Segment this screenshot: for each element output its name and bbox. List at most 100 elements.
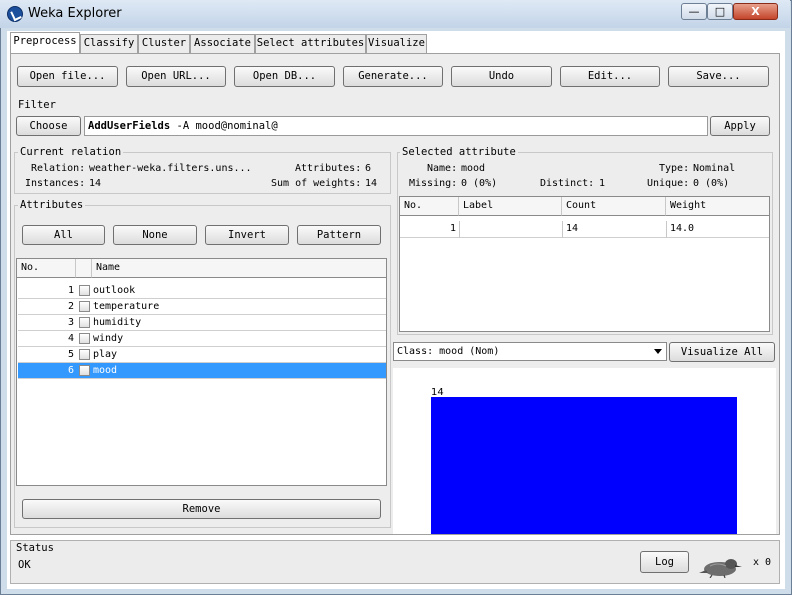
undo-button[interactable]: Undo — [451, 66, 552, 87]
histogram-svg: 14 — [431, 387, 737, 534]
attribute-name: humidity — [93, 317, 142, 328]
stats-col-label-header[interactable]: Label — [459, 197, 562, 216]
open-file-button[interactable]: Open file... — [17, 66, 118, 87]
open-url-button[interactable]: Open URL... — [126, 66, 226, 87]
tab-associate[interactable]: Associate — [190, 34, 255, 53]
edit-button[interactable]: Edit... — [560, 66, 660, 87]
class-dropdown[interactable]: Class: mood (Nom) — [393, 342, 667, 361]
chevron-down-icon — [654, 349, 662, 354]
status-text: OK — [18, 559, 31, 571]
log-button[interactable]: Log — [640, 551, 689, 573]
generate-button[interactable]: Generate... — [343, 66, 443, 87]
attributes-count-label: Attributes: — [295, 163, 362, 174]
histogram-bar-label: 14 — [431, 387, 444, 398]
visualize-all-button[interactable]: Visualize All — [669, 342, 775, 362]
instances-label: Instances: — [25, 178, 86, 189]
filter-field[interactable]: AddUserFields -A mood@nominal@ — [84, 116, 708, 136]
attr-unique-value: 0 (0%) — [693, 178, 730, 189]
select-all-button[interactable]: All — [22, 225, 105, 245]
attribute-row-selected[interactable]: 6 mood — [18, 363, 386, 379]
tab-preprocess[interactable]: Preprocess — [10, 32, 80, 54]
sum-weights-value: 14 — [365, 178, 378, 189]
cell-divider — [459, 221, 460, 238]
attribute-checkbox[interactable] — [79, 365, 90, 376]
apply-filter-button[interactable]: Apply — [710, 116, 770, 136]
histogram-bar — [431, 397, 737, 534]
attr-type-value: Nominal — [693, 163, 736, 174]
maximize-button[interactable]: □ — [707, 3, 733, 20]
stats-row[interactable]: 1 14 14.0 — [400, 221, 769, 238]
attr-missing-label: Missing: — [409, 178, 458, 189]
attr-name-label: Name: — [427, 163, 458, 174]
attribute-no: 5 — [67, 349, 74, 360]
attribute-name: play — [93, 349, 118, 360]
attribute-checkbox[interactable] — [79, 285, 90, 296]
attribute-checkbox[interactable] — [79, 333, 90, 344]
attribute-row[interactable]: 2 temperature — [18, 299, 386, 315]
attribute-no: 1 — [67, 285, 74, 296]
stats-col-no-header[interactable]: No. — [400, 197, 459, 216]
attribute-no: 3 — [67, 317, 74, 328]
stats-count: 14 — [566, 223, 579, 234]
attr-distinct-label: Distinct: — [540, 178, 595, 189]
attr-type-label: Type: — [659, 163, 690, 174]
attribute-checkbox[interactable] — [79, 317, 90, 328]
class-histogram: 14 — [393, 368, 776, 534]
cell-divider — [666, 221, 667, 238]
stats-col-count-header[interactable]: Count — [562, 197, 666, 216]
save-button[interactable]: Save... — [668, 66, 769, 87]
window-title: Weka Explorer — [28, 6, 122, 21]
attribute-name: mood — [93, 365, 118, 376]
current-relation-label: Current relation — [18, 146, 124, 158]
attribute-checkbox[interactable] — [79, 301, 90, 312]
stats-col-weight-header[interactable]: Weight — [666, 197, 769, 216]
remove-attribute-button[interactable]: Remove — [22, 499, 381, 519]
attribute-name: temperature — [93, 301, 160, 312]
attribute-row[interactable]: 1 outlook — [18, 283, 386, 299]
sum-weights-label: Sum of weights: — [271, 178, 362, 189]
col-checkbox-header[interactable] — [76, 259, 92, 278]
invert-selection-button[interactable]: Invert — [205, 225, 289, 245]
filter-section-label: Filter — [18, 99, 56, 111]
minimize-button[interactable]: — — [681, 3, 707, 20]
stats-no: 1 — [449, 223, 456, 234]
tab-select-attributes[interactable]: Select attributes — [255, 34, 366, 53]
attribute-row[interactable]: 5 play — [18, 347, 386, 363]
attribute-name: outlook — [93, 285, 136, 296]
instances-value: 14 — [89, 178, 102, 189]
col-name-header[interactable]: Name — [92, 259, 386, 278]
pattern-button[interactable]: Pattern — [297, 225, 381, 245]
filter-name: AddUserFields — [88, 120, 171, 132]
tab-classify[interactable]: Classify — [80, 34, 138, 53]
filter-args: -A mood@nominal@ — [170, 120, 278, 132]
tab-visualize[interactable]: Visualize — [366, 34, 427, 53]
close-button[interactable]: X — [733, 3, 778, 20]
cell-divider — [562, 221, 563, 238]
attr-missing-value: 0 (0%) — [461, 178, 498, 189]
task-count: x 0 — [753, 557, 772, 568]
status-section-label: Status — [16, 542, 54, 554]
open-db-button[interactable]: Open DB... — [234, 66, 335, 87]
class-dropdown-value: Class: mood (Nom) — [397, 346, 500, 357]
tab-cluster[interactable]: Cluster — [138, 34, 190, 53]
attribute-checkbox[interactable] — [79, 349, 90, 360]
selected-attribute-label: Selected attribute — [400, 146, 518, 158]
attr-name-value: mood — [461, 163, 486, 174]
attribute-no: 6 — [67, 365, 74, 376]
relation-label: Relation: — [31, 163, 86, 174]
select-none-button[interactable]: None — [113, 225, 197, 245]
attribute-row[interactable]: 3 humidity — [18, 315, 386, 331]
attr-distinct-value: 1 — [599, 178, 606, 189]
weka-app-icon — [7, 6, 23, 22]
attributes-count-value: 6 — [365, 163, 372, 174]
choose-filter-button[interactable]: Choose — [16, 116, 81, 136]
label-stats-table: No. Label Count Weight 1 14 14.0 — [399, 196, 770, 332]
attributes-section-label: Attributes — [18, 199, 86, 211]
attr-unique-label: Unique: — [647, 178, 690, 189]
attribute-row[interactable]: 4 windy — [18, 331, 386, 347]
weka-bird-icon — [699, 559, 742, 578]
col-no-header[interactable]: No. — [17, 259, 76, 278]
attribute-name: windy — [93, 333, 124, 344]
relation-value: weather-weka.filters.uns... — [89, 163, 252, 174]
stats-weight: 14.0 — [670, 223, 695, 234]
